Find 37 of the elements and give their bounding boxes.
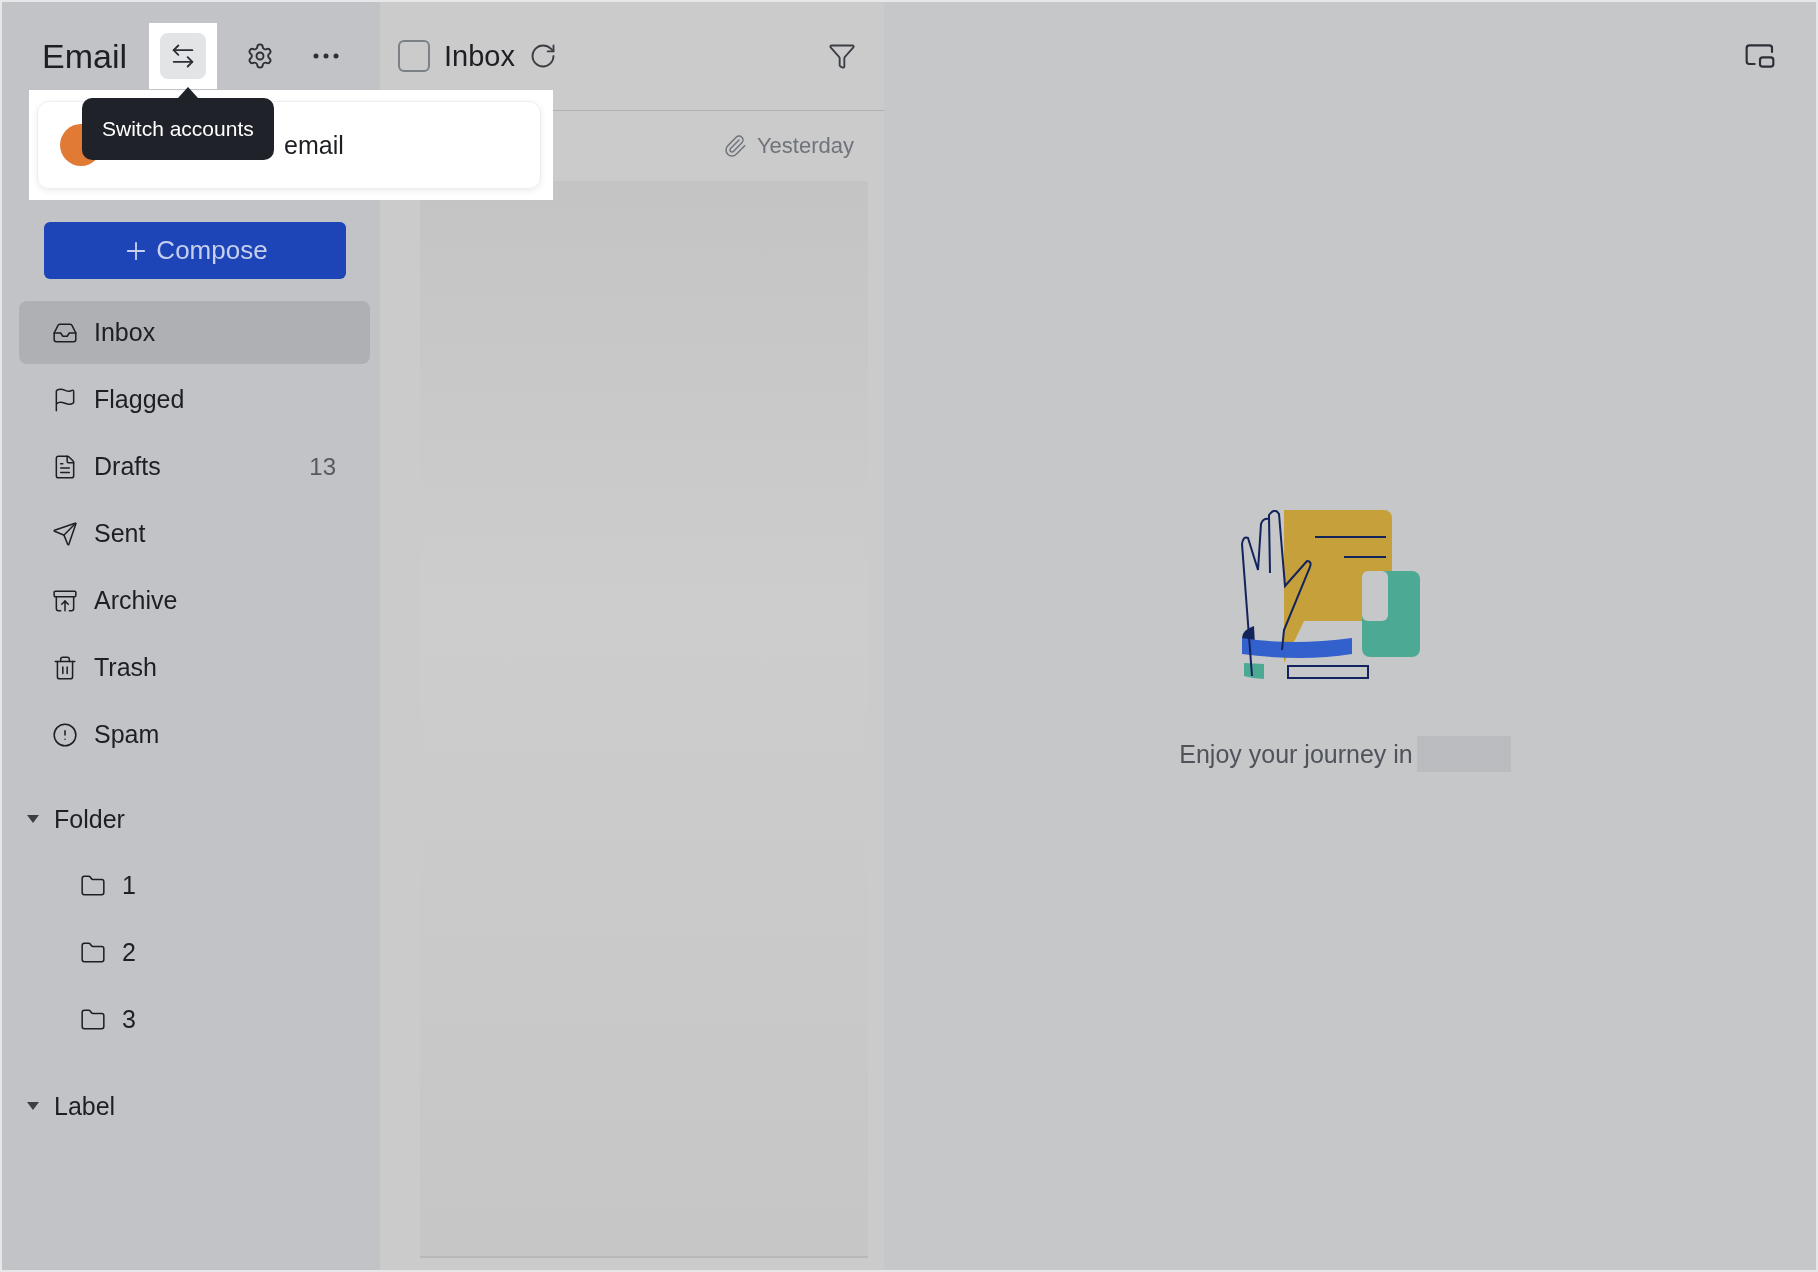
- nav-item[interactable]: Spam: [19, 703, 370, 766]
- nav-label: Archive: [94, 586, 178, 615]
- email-date: Yesterday: [756, 133, 854, 159]
- list-title: Inbox: [444, 39, 515, 73]
- filter-icon[interactable]: [828, 42, 856, 70]
- caret-icon[interactable]: [26, 1101, 40, 1111]
- nav-icon: [52, 654, 78, 681]
- app-title: Email: [42, 36, 128, 76]
- caret-icon[interactable]: [26, 814, 40, 824]
- more-icon: [313, 53, 340, 59]
- nav-item[interactable]: Flagged: [19, 368, 370, 431]
- nav-item[interactable]: Sent: [19, 502, 370, 565]
- compose-button[interactable]: Compose: [44, 222, 346, 279]
- nav-label: Inbox: [94, 318, 156, 347]
- subfolder-name[interactable]: 1: [122, 871, 136, 900]
- nav-item[interactable]: Drafts 13: [19, 435, 370, 498]
- nav-item[interactable]: Trash: [19, 636, 370, 699]
- nav-label: Drafts: [94, 452, 161, 481]
- attachment-icon: [722, 134, 747, 158]
- subfolder-name[interactable]: 2: [122, 938, 136, 967]
- nav-label: Sent: [94, 519, 146, 548]
- nav-icon: [52, 721, 78, 748]
- nav-item[interactable]: Inbox: [19, 301, 370, 364]
- group-label[interactable]: Label: [54, 1091, 116, 1121]
- count: 13: [309, 452, 336, 481]
- select-all-checkbox[interactable]: [398, 40, 430, 72]
- nav-icon: [52, 520, 78, 547]
- nav-label: Trash: [94, 653, 157, 682]
- nav-label: Flagged: [94, 385, 185, 414]
- nav-item[interactable]: Archive: [19, 569, 370, 632]
- tooltip: Switch accounts: [82, 87, 274, 160]
- welcome-message: Enjoy your journey in: [1179, 739, 1413, 769]
- nav-label: Spam: [94, 720, 160, 749]
- group-label[interactable]: Folder: [54, 804, 125, 834]
- subfolder-name[interactable]: 3: [122, 1005, 136, 1034]
- nav-icon: [52, 587, 78, 614]
- switch-accounts-button[interactable]: [160, 33, 207, 79]
